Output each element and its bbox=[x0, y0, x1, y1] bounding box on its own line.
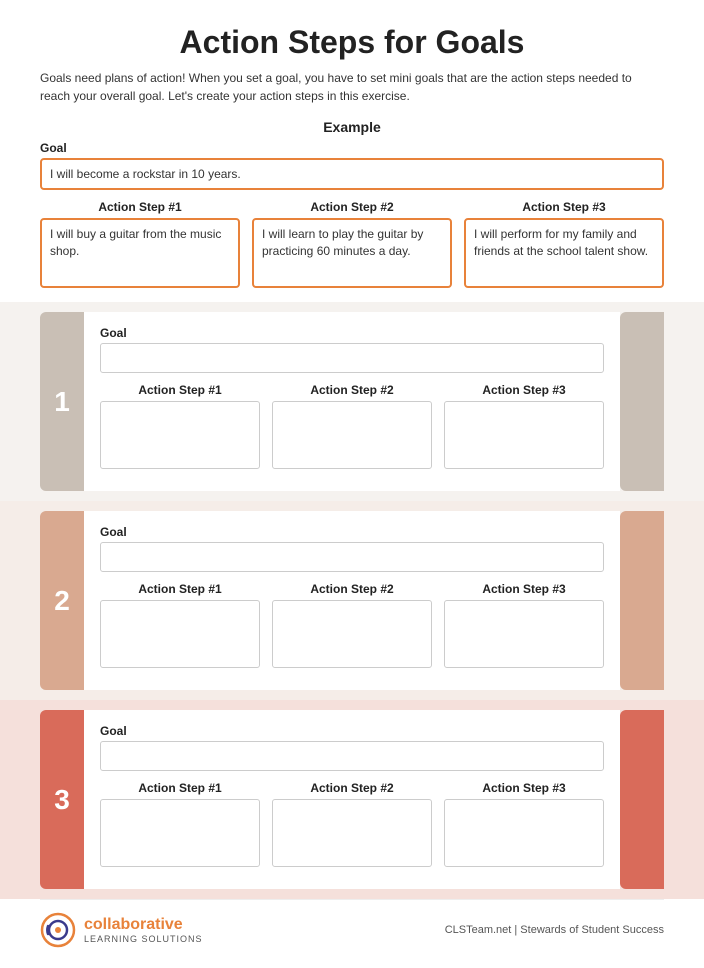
example-step1-header: Action Step #1 bbox=[40, 200, 240, 214]
example-step1-box: I will buy a guitar from the music shop. bbox=[40, 218, 240, 288]
section2-step2-header: Action Step #2 bbox=[272, 582, 432, 596]
example-goal-label: Goal bbox=[40, 141, 664, 155]
footer: collaborative LEARNING SOLUTIONS CLSTeam… bbox=[40, 899, 664, 948]
example-section: Example Goal I will become a rockstar in… bbox=[40, 119, 664, 296]
logo-text: collaborative LEARNING SOLUTIONS bbox=[84, 916, 203, 944]
example-step-col-2: Action Step #2 I will learn to play the … bbox=[252, 200, 452, 288]
section-2-content: Goal Action Step #1 Action Step #2 Actio… bbox=[84, 511, 620, 690]
section-3-content: Goal Action Step #1 Action Step #2 Actio… bbox=[84, 710, 620, 889]
section1-step3-header: Action Step #3 bbox=[444, 383, 604, 397]
intro-text: Goals need plans of action! When you set… bbox=[40, 69, 664, 105]
section2-step3-input[interactable] bbox=[444, 600, 604, 668]
section3-step1-header: Action Step #1 bbox=[100, 781, 260, 795]
section-3: 3 Goal Action Step #1 Action Step #2 Act… bbox=[40, 710, 664, 889]
section3-step3-input[interactable] bbox=[444, 799, 604, 867]
section3-goal-input[interactable] bbox=[100, 741, 604, 771]
section2-step1-input[interactable] bbox=[100, 600, 260, 668]
footer-website: CLSTeam.net | Stewards of Student Succes… bbox=[445, 924, 664, 936]
section1-step-col-1: Action Step #1 bbox=[100, 383, 260, 469]
section2-goal-label: Goal bbox=[100, 525, 604, 539]
logo-sub: LEARNING SOLUTIONS bbox=[84, 934, 203, 944]
section2-step2-input[interactable] bbox=[272, 600, 432, 668]
example-step2-box: I will learn to play the guitar by pract… bbox=[252, 218, 452, 288]
example-step2-header: Action Step #2 bbox=[252, 200, 452, 214]
example-step-col-1: Action Step #1 I will buy a guitar from … bbox=[40, 200, 240, 288]
section3-goal-label: Goal bbox=[100, 724, 604, 738]
number-tab-3-right bbox=[620, 710, 664, 889]
example-label: Example bbox=[40, 119, 664, 135]
number-tab-3: 3 bbox=[40, 710, 84, 889]
section2-step-col-1: Action Step #1 bbox=[100, 582, 260, 668]
logo-collaborative: collaborative bbox=[84, 916, 203, 934]
section-1-wrapper: 1 Goal Action Step #1 Action Step #2 Act… bbox=[0, 302, 704, 501]
number-tab-1: 1 bbox=[40, 312, 84, 491]
example-step3-header: Action Step #3 bbox=[464, 200, 664, 214]
section1-step-col-2: Action Step #2 bbox=[272, 383, 432, 469]
section-1: 1 Goal Action Step #1 Action Step #2 Act… bbox=[40, 312, 664, 491]
page-title: Action Steps for Goals bbox=[40, 24, 664, 61]
section3-step-col-3: Action Step #3 bbox=[444, 781, 604, 867]
section2-step-col-3: Action Step #3 bbox=[444, 582, 604, 668]
section2-step1-header: Action Step #1 bbox=[100, 582, 260, 596]
section1-step3-input[interactable] bbox=[444, 401, 604, 469]
section2-step3-header: Action Step #3 bbox=[444, 582, 604, 596]
logo-icon bbox=[40, 912, 76, 948]
section3-step3-header: Action Step #3 bbox=[444, 781, 604, 795]
example-step-col-3: Action Step #3 I will perform for my fam… bbox=[464, 200, 664, 288]
section1-step-col-3: Action Step #3 bbox=[444, 383, 604, 469]
section-1-content: Goal Action Step #1 Action Step #2 Actio… bbox=[84, 312, 620, 491]
section1-step2-header: Action Step #2 bbox=[272, 383, 432, 397]
section2-action-steps: Action Step #1 Action Step #2 Action Ste… bbox=[100, 582, 604, 668]
section1-goal-input[interactable] bbox=[100, 343, 604, 373]
example-action-steps-row: Action Step #1 I will buy a guitar from … bbox=[40, 200, 664, 288]
section1-step2-input[interactable] bbox=[272, 401, 432, 469]
section2-goal-input[interactable] bbox=[100, 542, 604, 572]
section3-step2-header: Action Step #2 bbox=[272, 781, 432, 795]
footer-logo: collaborative LEARNING SOLUTIONS bbox=[40, 912, 203, 948]
number-tab-2: 2 bbox=[40, 511, 84, 690]
section1-action-steps: Action Step #1 Action Step #2 Action Ste… bbox=[100, 383, 604, 469]
section3-action-steps: Action Step #1 Action Step #2 Action Ste… bbox=[100, 781, 604, 867]
page: Action Steps for Goals Goals need plans … bbox=[0, 0, 704, 968]
section1-step1-input[interactable] bbox=[100, 401, 260, 469]
example-step3-box: I will perform for my family and friends… bbox=[464, 218, 664, 288]
section2-step-col-2: Action Step #2 bbox=[272, 582, 432, 668]
section-2-wrapper: 2 Goal Action Step #1 Action Step #2 Act… bbox=[0, 501, 704, 700]
section-2: 2 Goal Action Step #1 Action Step #2 Act… bbox=[40, 511, 664, 690]
section3-step1-input[interactable] bbox=[100, 799, 260, 867]
section1-step1-header: Action Step #1 bbox=[100, 383, 260, 397]
section3-step2-input[interactable] bbox=[272, 799, 432, 867]
section-3-wrapper: 3 Goal Action Step #1 Action Step #2 Act… bbox=[0, 700, 704, 899]
number-tab-1-right bbox=[620, 312, 664, 491]
section3-step-col-1: Action Step #1 bbox=[100, 781, 260, 867]
example-goal-box: I will become a rockstar in 10 years. bbox=[40, 158, 664, 190]
section3-step-col-2: Action Step #2 bbox=[272, 781, 432, 867]
section1-goal-label: Goal bbox=[100, 326, 604, 340]
number-tab-2-right bbox=[620, 511, 664, 690]
